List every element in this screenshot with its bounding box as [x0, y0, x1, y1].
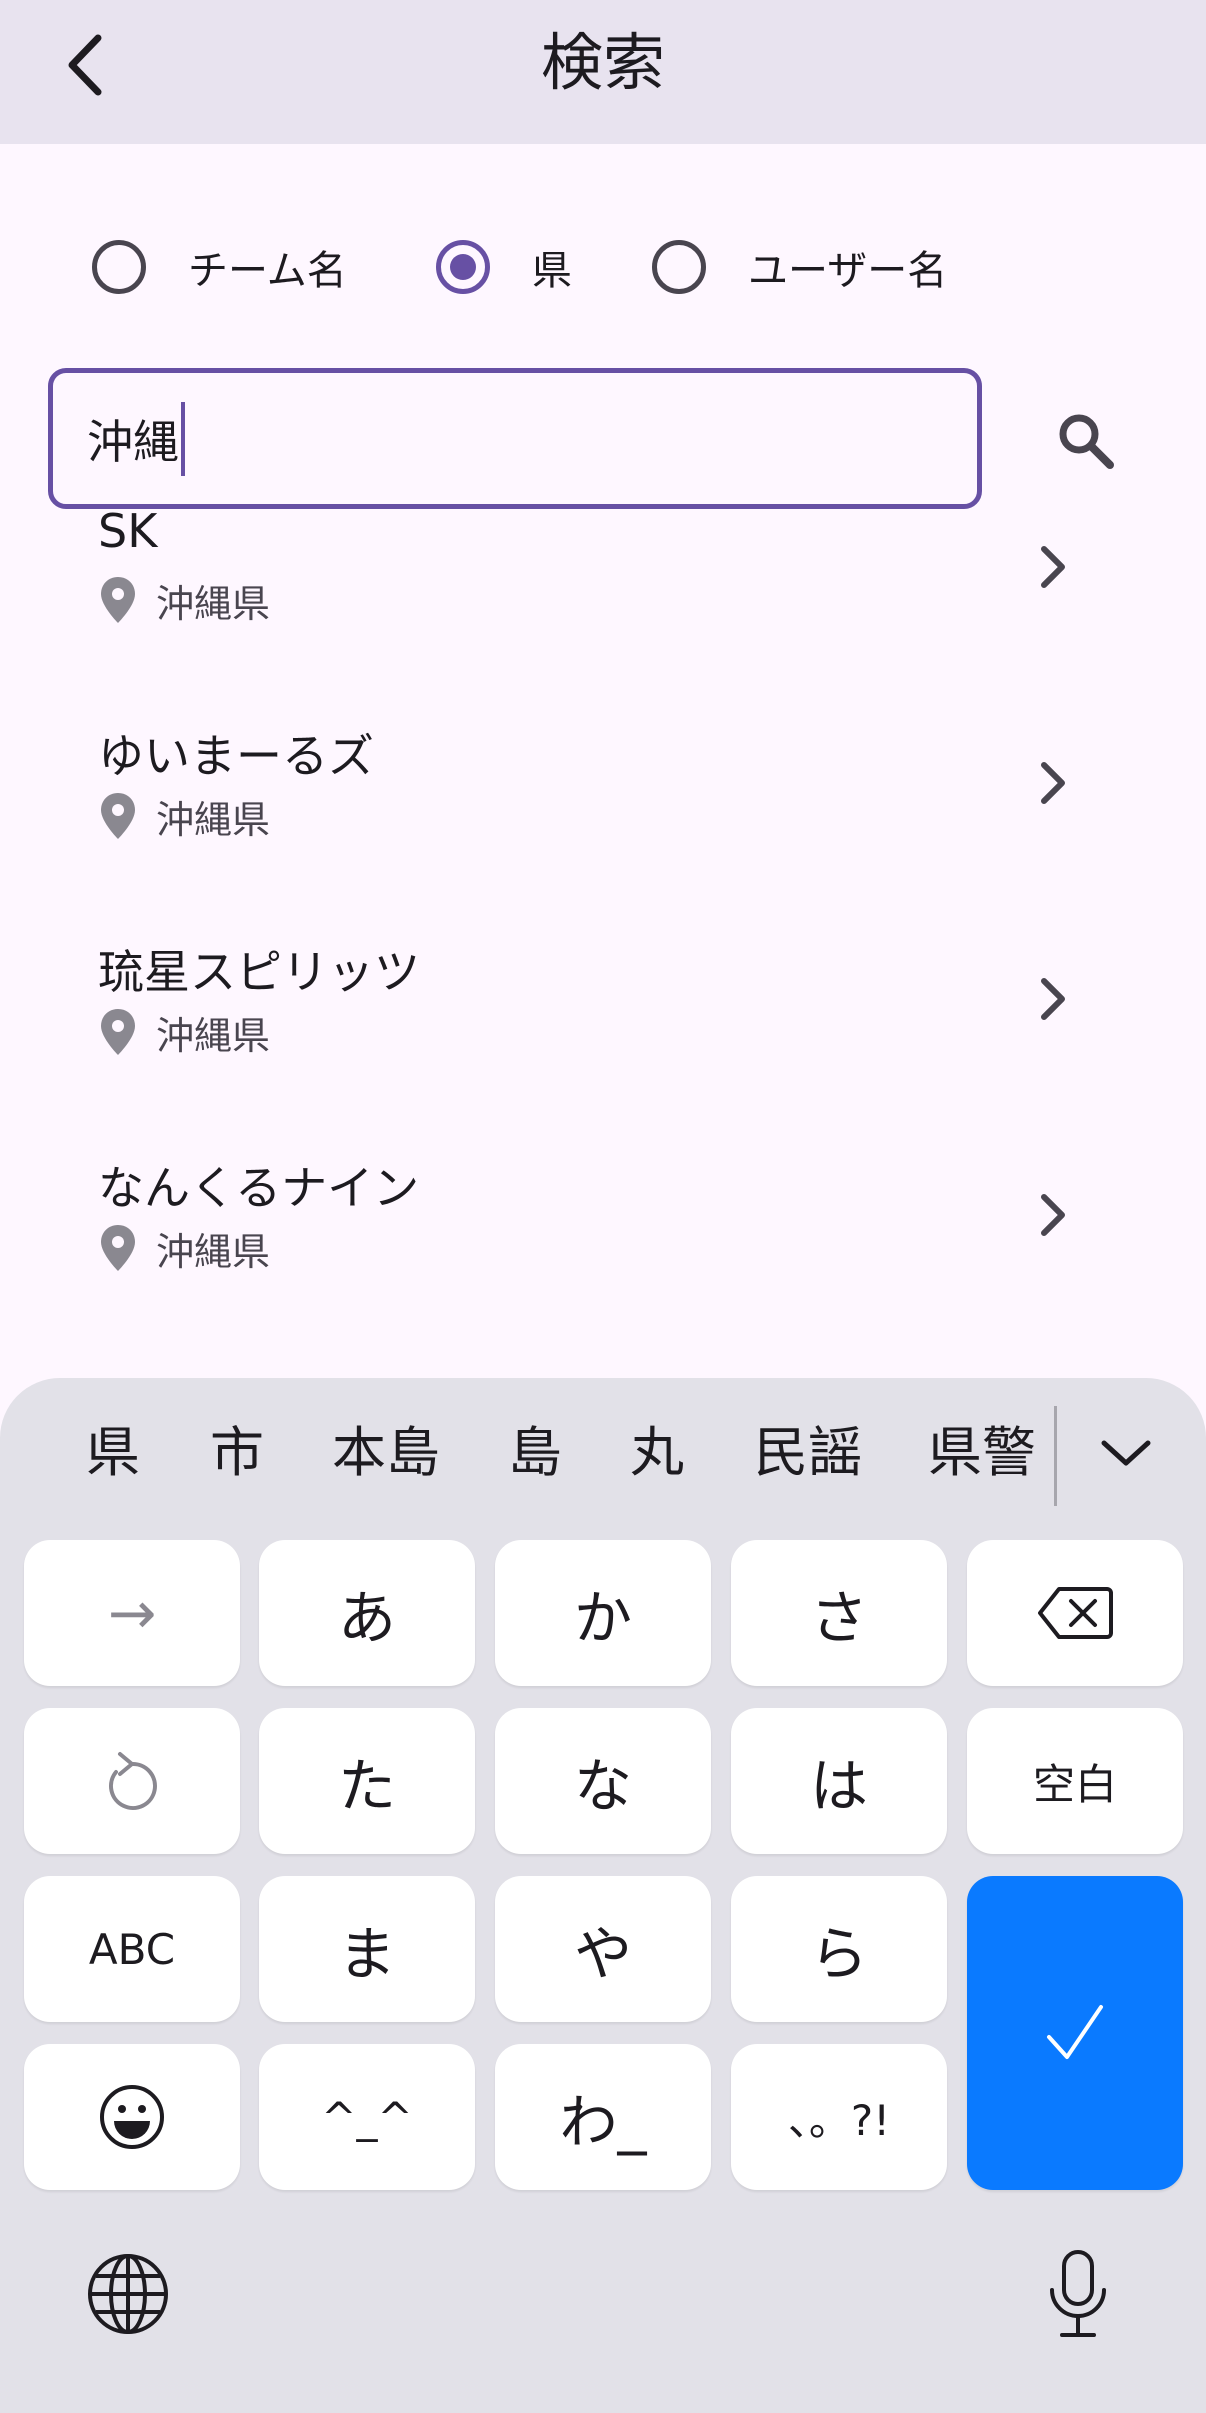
arrow-right-icon: →	[107, 1579, 157, 1647]
candidate-item[interactable]: 島	[508, 1408, 562, 1498]
key-ma[interactable]: ま	[259, 1876, 475, 2022]
chevron-right-icon	[1028, 532, 1078, 602]
key-sa[interactable]: さ	[731, 1540, 947, 1686]
list-item[interactable]: SK 沖縄県	[0, 512, 1206, 680]
app-bar: 検索	[0, 0, 1206, 144]
team-name: なんくるナイン	[98, 1161, 420, 1215]
location-pin-icon	[101, 1009, 135, 1055]
candidate-item[interactable]: 県警	[928, 1408, 1036, 1498]
candidate-item[interactable]: 県	[86, 1408, 140, 1498]
soft-keyboard: 県 市 本島 島 丸 民謡 県警 → あ か さ た な は 空白 ABC ま …	[0, 1378, 1206, 2413]
team-location: 沖縄県	[98, 1002, 270, 1062]
chevron-right-icon	[1028, 964, 1078, 1034]
candidate-item[interactable]: 本島	[332, 1408, 440, 1498]
candidate-item[interactable]: 丸	[630, 1408, 684, 1498]
expand-candidates-button[interactable]	[1090, 1414, 1162, 1492]
globe-icon	[88, 2254, 168, 2334]
team-location: 沖縄県	[98, 1218, 270, 1278]
text-caret	[181, 401, 185, 476]
radio-user-name[interactable]: ユーザー名	[652, 222, 947, 312]
search-input-value: 沖縄	[87, 414, 179, 469]
team-location: 沖縄県	[98, 570, 270, 630]
language-switch-button[interactable]	[78, 2244, 178, 2344]
location-pin-icon	[101, 577, 135, 623]
key-ha[interactable]: は	[731, 1708, 947, 1854]
microphone-icon	[1050, 2250, 1106, 2337]
radio-prefecture[interactable]: 県	[436, 222, 572, 312]
search-input[interactable]: 沖縄	[48, 368, 982, 509]
radio-circle-selected	[436, 240, 490, 294]
key-abc[interactable]: ABC	[24, 1876, 240, 2022]
key-punctuation[interactable]: 、。?!	[731, 2044, 947, 2190]
chevron-down-icon	[1101, 1440, 1151, 1466]
team-name: SK	[98, 512, 158, 558]
search-type-radio-group: チーム名 県 ユーザー名	[0, 222, 1206, 312]
undo-icon	[108, 1752, 157, 1810]
key-ka[interactable]: か	[495, 1540, 711, 1686]
candidate-item[interactable]: 民謡	[754, 1408, 862, 1498]
key-space[interactable]: 空白	[967, 1708, 1183, 1854]
radio-circle	[652, 240, 706, 294]
key-ta[interactable]: た	[259, 1708, 475, 1854]
key-na[interactable]: な	[495, 1708, 711, 1854]
voice-input-button[interactable]	[1028, 2244, 1128, 2344]
candidate-item[interactable]: 市	[210, 1408, 264, 1498]
chevron-right-icon	[1028, 748, 1078, 818]
location-text: 沖縄県	[156, 581, 271, 626]
checkmark-icon	[1047, 2005, 1103, 2059]
radio-label: ユーザー名	[748, 248, 948, 294]
emoji-icon	[100, 2085, 164, 2149]
key-backspace[interactable]	[967, 1540, 1183, 1686]
key-ya[interactable]: や	[495, 1876, 711, 2022]
candidate-bar: 県 市 本島 島 丸 民謡 県警	[0, 1378, 1206, 1528]
page-title: 検索	[540, 26, 665, 99]
location-text: 沖縄県	[156, 797, 271, 842]
location-pin-icon	[101, 793, 135, 839]
location-text: 沖縄県	[156, 1013, 271, 1058]
key-next[interactable]: →	[24, 1540, 240, 1686]
location-pin-icon	[101, 1225, 135, 1271]
search-icon	[1059, 414, 1114, 469]
results-list: SK 沖縄県 ゆいまーるズ 沖縄県 琉星スピリッツ 沖縄県 なんくるナイン 沖縄…	[0, 512, 1206, 1378]
candidate-divider	[1054, 1406, 1057, 1506]
radio-team-name[interactable]: チーム名	[92, 222, 347, 312]
key-ra[interactable]: ら	[731, 1876, 947, 2022]
team-name: 琉星スピリッツ	[98, 945, 420, 999]
chevron-right-icon	[1028, 1180, 1078, 1250]
key-wa[interactable]: わ_	[495, 2044, 711, 2190]
list-item[interactable]: 琉星スピリッツ 沖縄県	[0, 896, 1206, 1112]
radio-label: チーム名	[188, 248, 347, 294]
key-undo[interactable]	[24, 1708, 240, 1854]
backspace-icon	[1038, 1587, 1113, 1639]
key-kaomoji[interactable]: ^_^	[259, 2044, 475, 2190]
key-enter[interactable]	[967, 1876, 1183, 2190]
radio-label: 県	[532, 248, 572, 294]
key-a[interactable]: あ	[259, 1540, 475, 1686]
team-name: ゆいまーるズ	[98, 729, 374, 783]
radio-circle	[92, 240, 146, 294]
search-button[interactable]	[1046, 396, 1126, 486]
team-location: 沖縄県	[98, 786, 270, 846]
list-item[interactable]: なんくるナイン 沖縄県	[0, 1112, 1206, 1328]
list-item[interactable]: ゆいまーるズ 沖縄県	[0, 680, 1206, 896]
key-emoji[interactable]	[24, 2044, 240, 2190]
location-text: 沖縄県	[156, 1229, 271, 1274]
